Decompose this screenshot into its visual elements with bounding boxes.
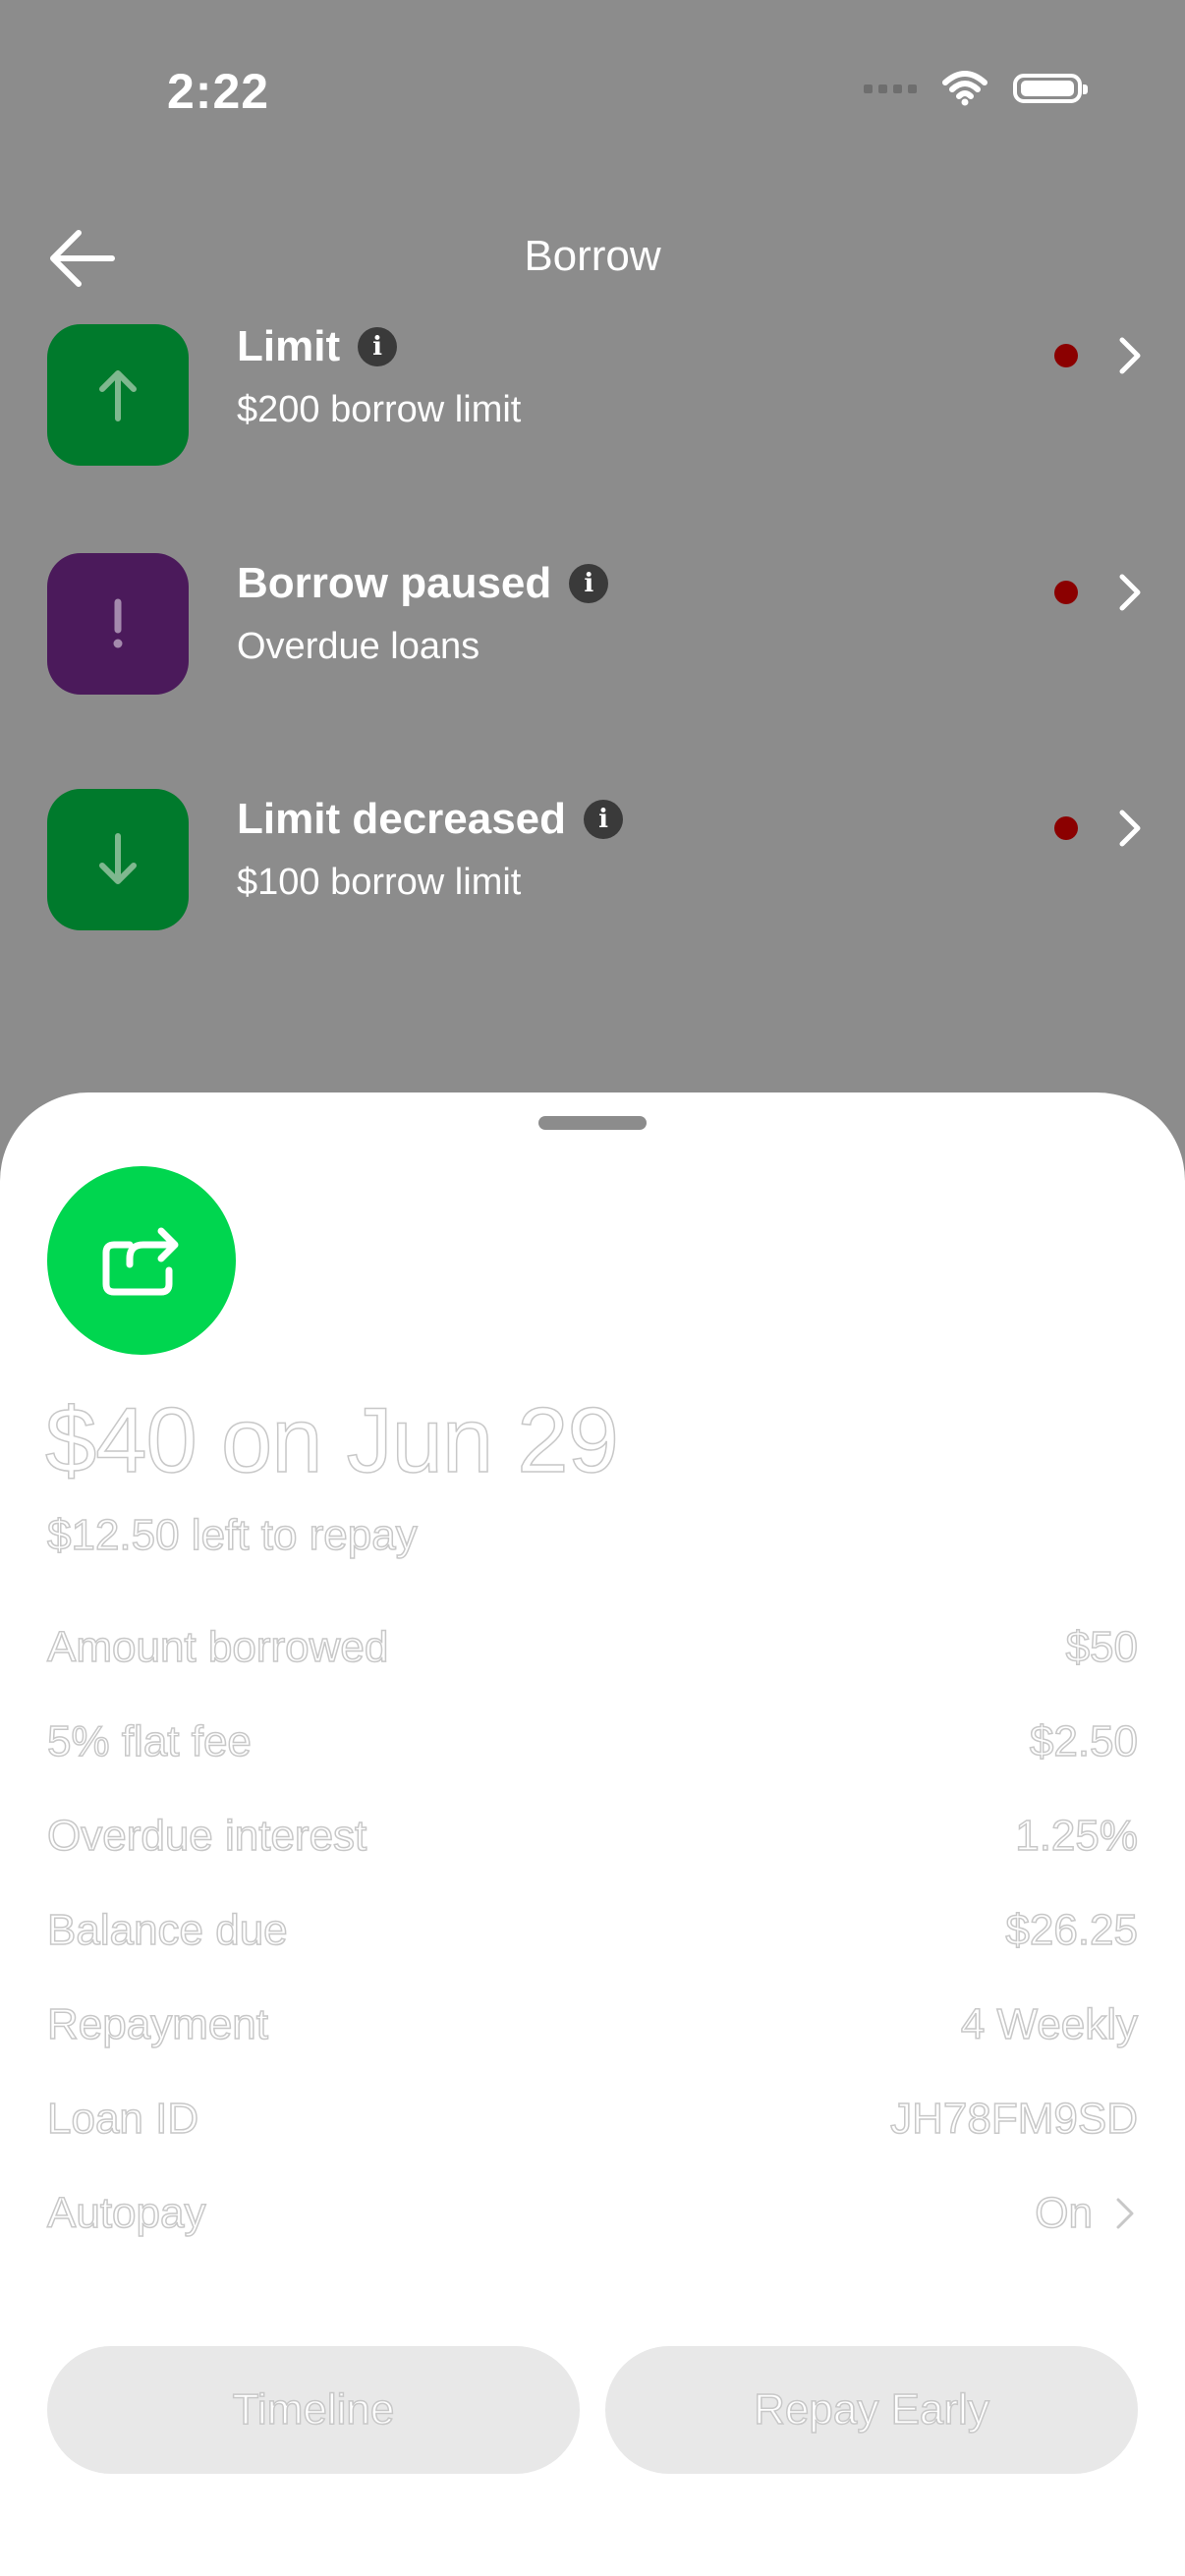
detail-value-text: $50	[1065, 1622, 1139, 1672]
battery-icon	[1013, 74, 1088, 103]
detail-row-balance-due: Balance due $26.25	[46, 1905, 1139, 1965]
status-dot	[1054, 816, 1078, 840]
detail-value: 1.25%	[1014, 1811, 1138, 1861]
screen: 2:22 Borrow Limit i $200 borrow limit Bo…	[0, 0, 1185, 2576]
row-title: Limit decreased i	[237, 795, 624, 844]
row-title: Limit i	[237, 322, 398, 371]
detail-value: On	[1035, 2188, 1138, 2238]
row-title-text: Borrow paused	[237, 559, 552, 607]
detail-row-repayment: Repayment 4 Weekly	[46, 1999, 1139, 2059]
detail-value-text: $2.50	[1029, 1716, 1139, 1766]
detail-row-loan-id: Loan ID JH78FM9SD	[46, 2094, 1139, 2154]
row-icon-tile	[47, 789, 189, 930]
detail-value-text: On	[1035, 2188, 1094, 2238]
exclamation-icon	[113, 598, 123, 648]
detail-label: Amount borrowed	[46, 1622, 389, 1672]
detail-value-text: 1.25%	[1014, 1811, 1138, 1861]
detail-value: $50	[1065, 1622, 1139, 1672]
row-title-text: Limit decreased	[237, 795, 567, 843]
detail-value: 4 Weekly	[960, 1999, 1139, 2049]
detail-value: $2.50	[1029, 1716, 1139, 1766]
loan-remaining: $12.50 left to repay	[46, 1510, 418, 1560]
arrow-up-icon	[99, 370, 137, 421]
info-icon[interactable]: i	[584, 800, 624, 839]
list-item-borrow-paused[interactable]: Borrow paused i Overdue loans	[47, 553, 1150, 697]
detail-row-amount-borrowed: Amount borrowed $50	[46, 1622, 1139, 1682]
page-title: Borrow	[524, 232, 661, 280]
loan-headline: $40 on Jun 29	[44, 1387, 619, 1492]
chevron-right-icon	[1116, 2198, 1134, 2229]
info-icon[interactable]: i	[569, 564, 609, 603]
info-icon[interactable]: i	[358, 327, 398, 366]
detail-value-text: $26.25	[1005, 1905, 1139, 1955]
row-subtitle: $100 borrow limit	[237, 862, 522, 903]
detail-label: Repayment	[46, 1999, 269, 2049]
row-icon-tile	[47, 553, 189, 695]
repay-early-button[interactable]: Repay Early	[605, 2346, 1138, 2474]
chevron-right-icon	[1119, 337, 1141, 374]
detail-label: Overdue interest	[46, 1811, 367, 1861]
status-time: 2:22	[167, 64, 270, 119]
repeat-share-icon	[102, 1227, 179, 1296]
row-icon-tile	[47, 324, 189, 466]
detail-row-overdue-interest: Overdue interest 1.25%	[46, 1811, 1138, 1871]
detail-value: $26.25	[1005, 1905, 1139, 1955]
detail-row-autopay[interactable]: Autopay On	[46, 2188, 1138, 2248]
detail-value-text: 4 Weekly	[960, 1999, 1139, 2049]
timeline-button[interactable]: Timeline	[47, 2346, 580, 2474]
sheet-drag-handle[interactable]	[538, 1116, 647, 1130]
detail-label: Autopay	[46, 2188, 206, 2238]
detail-value-text: JH78FM9SD	[889, 2094, 1138, 2144]
list-item-limit-decreased[interactable]: Limit decreased i $100 borrow limit	[47, 789, 1150, 932]
wifi-icon	[942, 71, 988, 106]
chevron-right-icon	[1119, 810, 1141, 847]
detail-label: Loan ID	[46, 2094, 199, 2144]
detail-row-flat-fee: 5% flat fee $2.50	[46, 1716, 1139, 1776]
row-title: Borrow paused i	[237, 559, 609, 608]
row-title-text: Limit	[237, 322, 341, 370]
loan-icon	[47, 1166, 236, 1355]
row-subtitle: $200 borrow limit	[237, 389, 522, 430]
status-icons	[864, 71, 1088, 106]
detail-value: JH78FM9SD	[889, 2094, 1138, 2144]
loan-details-sheet: $40 on Jun 29 $12.50 left to repay Amoun…	[0, 1092, 1185, 2576]
status-dot	[1054, 581, 1078, 604]
list-item-limit[interactable]: Limit i $200 borrow limit	[47, 316, 1150, 466]
chevron-right-icon	[1119, 574, 1141, 611]
row-subtitle: Overdue loans	[237, 626, 480, 667]
cellular-signal-icon	[864, 84, 917, 93]
status-dot	[1054, 344, 1078, 367]
arrow-down-icon	[99, 833, 137, 884]
detail-label: Balance due	[46, 1905, 288, 1955]
detail-label: 5% flat fee	[46, 1716, 252, 1766]
